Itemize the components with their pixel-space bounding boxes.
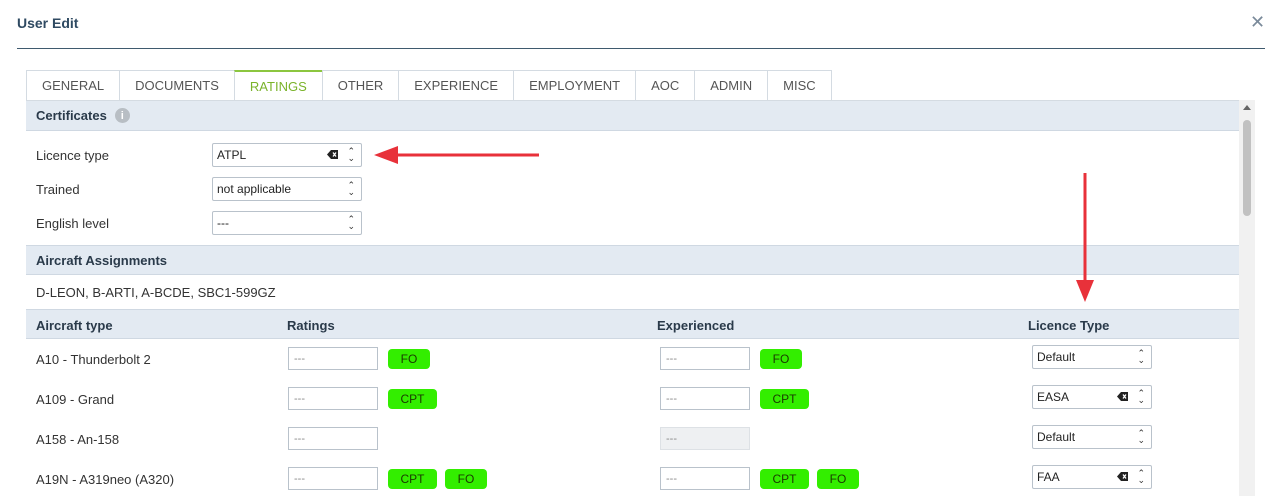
- aircraft-type: A109 - Grand: [36, 392, 115, 407]
- table-header: Aircraft type Ratings Experienced Licenc…: [26, 309, 1239, 339]
- tab-employment[interactable]: EMPLOYMENT: [513, 70, 637, 100]
- assignments-title: Aircraft Assignments: [36, 252, 167, 268]
- licence-type-select[interactable]: EASA ⌃ ⌄: [1032, 385, 1152, 409]
- close-icon[interactable]: ✕: [1250, 13, 1265, 31]
- licence-type-select[interactable]: FAA ⌃ ⌄: [1032, 465, 1152, 489]
- chevron-updown-icon: ⌃ ⌄: [1137, 348, 1145, 365]
- trained-value: not applicable: [217, 182, 292, 196]
- experienced-badge-fo[interactable]: FO: [817, 469, 859, 489]
- certificates-title: Certificates: [36, 108, 107, 123]
- ratings-panel: Certificates i Licence type ATPL ⌃ ⌄ Trai…: [26, 100, 1239, 496]
- tab-bar: GENERAL DOCUMENTS RATINGS OTHER EXPERIEN…: [26, 70, 832, 100]
- assignments-header: Aircraft Assignments: [26, 245, 1239, 275]
- english-level-label: English level: [36, 216, 109, 231]
- certificates-header: Certificates i: [26, 101, 1239, 131]
- licence-type-value: FAA: [1037, 470, 1060, 484]
- licence-type-value: EASA: [1037, 390, 1070, 404]
- trained-label: Trained: [36, 182, 80, 197]
- licence-type-select[interactable]: Default ⌃ ⌄: [1032, 425, 1152, 449]
- trained-row: Trained not applicable ⌃ ⌄: [26, 177, 1239, 201]
- licence-type-label: Licence type: [36, 148, 109, 163]
- tab-general[interactable]: GENERAL: [26, 70, 121, 100]
- ratings-input[interactable]: ---: [288, 467, 378, 490]
- table-row: A158 - An-158 --- --- Default ⌃ ⌄: [26, 425, 1239, 451]
- chevron-updown-icon: ⌃ ⌄: [347, 180, 355, 197]
- tab-admin[interactable]: ADMIN: [694, 70, 769, 100]
- experienced-badge-cpt[interactable]: CPT: [760, 469, 809, 489]
- english-level-row: English level --- ⌃ ⌄: [26, 211, 1239, 235]
- rating-badge-cpt[interactable]: CPT: [388, 469, 437, 489]
- licence-type-value: Default: [1037, 430, 1076, 444]
- clear-icon[interactable]: [327, 149, 339, 160]
- tab-misc[interactable]: MISC: [767, 70, 832, 100]
- chevron-updown-icon: ⌃ ⌄: [347, 146, 355, 163]
- chevron-updown-icon: ⌃ ⌄: [347, 214, 355, 231]
- tab-documents[interactable]: DOCUMENTS: [119, 70, 235, 100]
- ratings-input[interactable]: ---: [288, 427, 378, 450]
- col-ratings: Ratings: [287, 318, 335, 333]
- experienced-input: ---: [660, 427, 750, 450]
- ratings-input[interactable]: ---: [288, 347, 378, 370]
- tab-other[interactable]: OTHER: [321, 70, 400, 100]
- assignments-list: D-LEON, B-ARTI, A-BCDE, SBC1-599GZ: [36, 285, 276, 300]
- clear-icon[interactable]: [1117, 471, 1129, 482]
- chevron-updown-icon: ⌃ ⌄: [1137, 468, 1145, 485]
- scroll-up-icon[interactable]: [1243, 105, 1251, 110]
- licence-type-row: Licence type ATPL ⌃ ⌄: [26, 143, 1239, 167]
- rating-badge-cpt[interactable]: CPT: [388, 389, 437, 409]
- chevron-updown-icon: ⌃ ⌄: [1137, 388, 1145, 405]
- english-level-select[interactable]: --- ⌃ ⌄: [212, 211, 362, 235]
- table-row: A10 - Thunderbolt 2 --- FO --- FO Defaul…: [26, 345, 1239, 371]
- aircraft-type: A19N - A319neo (A320): [36, 472, 175, 487]
- clear-icon[interactable]: [1117, 391, 1129, 402]
- table-row: A109 - Grand --- CPT --- CPT EASA ⌃ ⌄: [26, 385, 1239, 411]
- experienced-badge-cpt[interactable]: CPT: [760, 389, 809, 409]
- chevron-updown-icon: ⌃ ⌄: [1137, 428, 1145, 445]
- tab-aoc[interactable]: AOC: [635, 70, 696, 100]
- table-row: A19N - A319neo (A320) --- CPT FO --- CPT…: [26, 465, 1239, 491]
- col-licence-type: Licence Type: [1028, 318, 1110, 333]
- licence-type-select[interactable]: ATPL ⌃ ⌄: [212, 143, 362, 167]
- tab-experience[interactable]: EXPERIENCE: [398, 70, 515, 100]
- title-divider: [17, 48, 1265, 49]
- col-experienced: Experienced: [657, 318, 735, 333]
- col-aircraft-type: Aircraft type: [36, 318, 113, 333]
- dialog-title: User Edit: [17, 15, 79, 31]
- licence-type-value: ATPL: [217, 148, 247, 162]
- experienced-input[interactable]: ---: [660, 347, 750, 370]
- aircraft-type: A10 - Thunderbolt 2: [36, 352, 151, 367]
- scroll-thumb[interactable]: [1243, 120, 1251, 216]
- rating-badge-fo[interactable]: FO: [445, 469, 487, 489]
- rating-badge-fo[interactable]: FO: [388, 349, 430, 369]
- tab-ratings[interactable]: RATINGS: [233, 70, 323, 100]
- trained-select[interactable]: not applicable ⌃ ⌄: [212, 177, 362, 201]
- experienced-input[interactable]: ---: [660, 387, 750, 410]
- vertical-scrollbar[interactable]: [1239, 100, 1255, 496]
- licence-type-select[interactable]: Default ⌃ ⌄: [1032, 345, 1152, 369]
- experienced-input[interactable]: ---: [660, 467, 750, 490]
- info-icon[interactable]: i: [114, 108, 130, 123]
- english-level-value: ---: [217, 216, 229, 230]
- ratings-input[interactable]: ---: [288, 387, 378, 410]
- licence-type-value: Default: [1037, 350, 1076, 364]
- experienced-badge-fo[interactable]: FO: [760, 349, 802, 369]
- aircraft-type: A158 - An-158: [36, 432, 120, 447]
